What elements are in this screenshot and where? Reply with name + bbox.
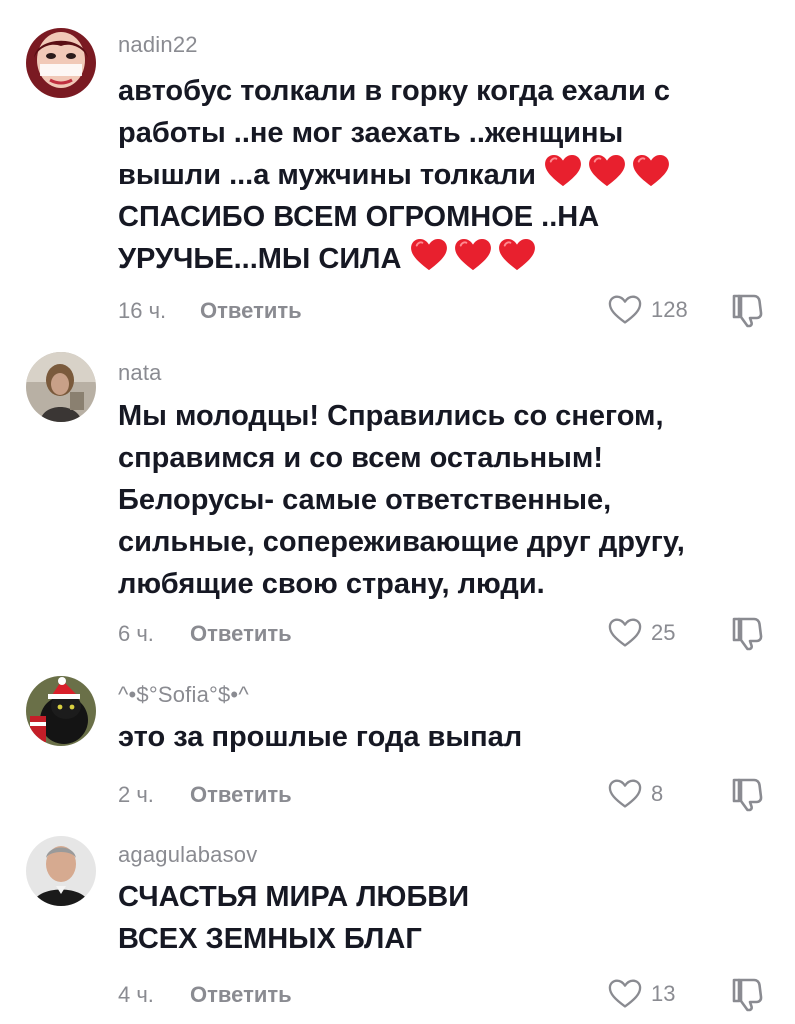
like-button[interactable]: 128: [607, 294, 717, 326]
heart-outline-icon: [607, 294, 643, 326]
avatar[interactable]: [26, 28, 96, 98]
like-count: 13: [651, 981, 676, 1006]
reply-button[interactable]: Ответить: [190, 621, 292, 647]
thumbs-down-icon[interactable]: [730, 976, 766, 1012]
heart-outline-icon: [607, 617, 643, 649]
comment-text: СЧАСТЬЯ МИРА ЛЮБВИ ВСЕХ ЗЕМНЫХ БЛАГ: [118, 881, 470, 955]
reply-button[interactable]: Ответить: [190, 782, 292, 808]
like-count: 8: [651, 781, 664, 806]
avatar[interactable]: [26, 352, 96, 422]
comment-item: nadin22 автобус толкали в горку когда ех…: [0, 0, 795, 340]
heart-emoji-group: [409, 238, 536, 272]
comment-item: agagulabasov СЧАСТЬЯ МИРА ЛЮБВИ ВСЕХ ЗЕМ…: [0, 830, 795, 1024]
comment-timestamp: 4 ч.: [118, 982, 154, 1007]
comment-username[interactable]: nata: [118, 360, 162, 386]
heart-emoji-group: [544, 154, 670, 188]
like-count: 25: [651, 620, 676, 645]
reply-button[interactable]: Ответить: [190, 982, 292, 1008]
like-button[interactable]: 25: [607, 617, 717, 649]
avatar-image: [26, 676, 96, 746]
comment-timestamp: 2 ч.: [118, 782, 154, 807]
comment-username[interactable]: ^•$°Sofia°$•^: [118, 682, 249, 708]
comment-item: nata Мы молодцы! Справились со снегом, с…: [0, 340, 795, 670]
heart-outline-icon: [607, 778, 643, 810]
comment-text: Мы молодцы! Справились со снегом, справи…: [118, 400, 685, 600]
comment-username[interactable]: nadin22: [118, 32, 198, 58]
thumbs-down-icon[interactable]: [730, 292, 766, 328]
avatar-image: [26, 352, 96, 422]
heart-outline-icon: [607, 978, 643, 1010]
avatar[interactable]: [26, 676, 96, 746]
avatar[interactable]: [26, 836, 96, 906]
like-button[interactable]: 8: [607, 778, 717, 810]
comment-timestamp: 6 ч.: [118, 621, 154, 646]
comment-text: это за прошлые года выпал: [118, 721, 523, 753]
thumbs-down-icon[interactable]: [730, 615, 766, 651]
comment-item: ^•$°Sofia°$•^ это за прошлые года выпал …: [0, 670, 795, 830]
reply-button[interactable]: Ответить: [200, 298, 302, 324]
avatar-image: [26, 28, 96, 98]
like-count: 128: [651, 297, 688, 322]
comment-text: автобус толкали в горку когда ехали с ра…: [118, 70, 768, 280]
like-button[interactable]: 13: [607, 978, 717, 1010]
avatar-image: [26, 836, 96, 906]
comment-timestamp: 16 ч.: [118, 298, 167, 323]
thumbs-down-icon[interactable]: [730, 776, 766, 812]
comment-username[interactable]: agagulabasov: [118, 842, 257, 868]
